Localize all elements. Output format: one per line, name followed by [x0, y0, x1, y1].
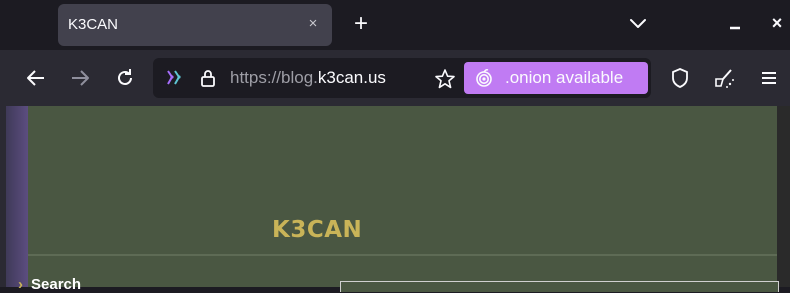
- bookmark-star-icon[interactable]: [434, 68, 456, 90]
- hamburger-menu-icon: [762, 72, 776, 84]
- new-identity-button[interactable]: [712, 66, 736, 90]
- onion-icon: [476, 69, 492, 87]
- minimize-icon: [730, 26, 740, 30]
- onion-available-label: .onion available: [505, 68, 624, 87]
- onion-available-button[interactable]: .onion available: [464, 62, 648, 94]
- forward-arrow-icon: [72, 70, 89, 86]
- reload-icon: [118, 69, 132, 85]
- minimize-button[interactable]: [724, 12, 746, 34]
- lock-icon[interactable]: [198, 68, 218, 88]
- reload-button[interactable]: [113, 66, 137, 90]
- back-button[interactable]: [24, 66, 48, 90]
- search-label: Search: [31, 276, 82, 293]
- page-scrollbar-track[interactable]: [777, 106, 790, 287]
- page-viewport: K3CAN › Search: [0, 106, 790, 293]
- tab-strip: K3CAN × + ×: [0, 0, 790, 50]
- chevron-down-icon: [630, 19, 646, 28]
- url-display[interactable]: https://blog.k3can.us: [230, 68, 386, 88]
- page-left-border: [6, 106, 28, 287]
- site-title[interactable]: K3CAN: [272, 217, 362, 243]
- list-all-tabs-button[interactable]: [627, 14, 649, 34]
- url-host: k3can.us: [317, 68, 386, 87]
- tab-close-button[interactable]: ×: [302, 13, 324, 35]
- url-prefix: https://blog.: [230, 68, 318, 87]
- shield-icon: [672, 68, 688, 88]
- tab-title: K3CAN: [68, 16, 119, 33]
- site-header: K3CAN: [28, 106, 777, 254]
- chevron-right-icon: ›: [18, 276, 23, 293]
- new-tab-button[interactable]: +: [349, 12, 373, 36]
- tab-k3can[interactable]: K3CAN ×: [58, 4, 332, 46]
- close-window-button[interactable]: ×: [766, 10, 788, 36]
- broom-icon: [715, 69, 734, 88]
- tracking-protection-icon[interactable]: [164, 68, 184, 88]
- sidebar-search-heading[interactable]: › Search: [18, 276, 81, 293]
- navigation-toolbar: https://blog.k3can.us .onion available: [0, 50, 790, 106]
- forward-button[interactable]: [68, 66, 92, 90]
- app-menu-button[interactable]: [757, 66, 781, 90]
- security-shield-button[interactable]: [668, 66, 692, 90]
- address-bar[interactable]: https://blog.k3can.us .onion available: [153, 58, 651, 98]
- back-arrow-icon: [27, 70, 44, 86]
